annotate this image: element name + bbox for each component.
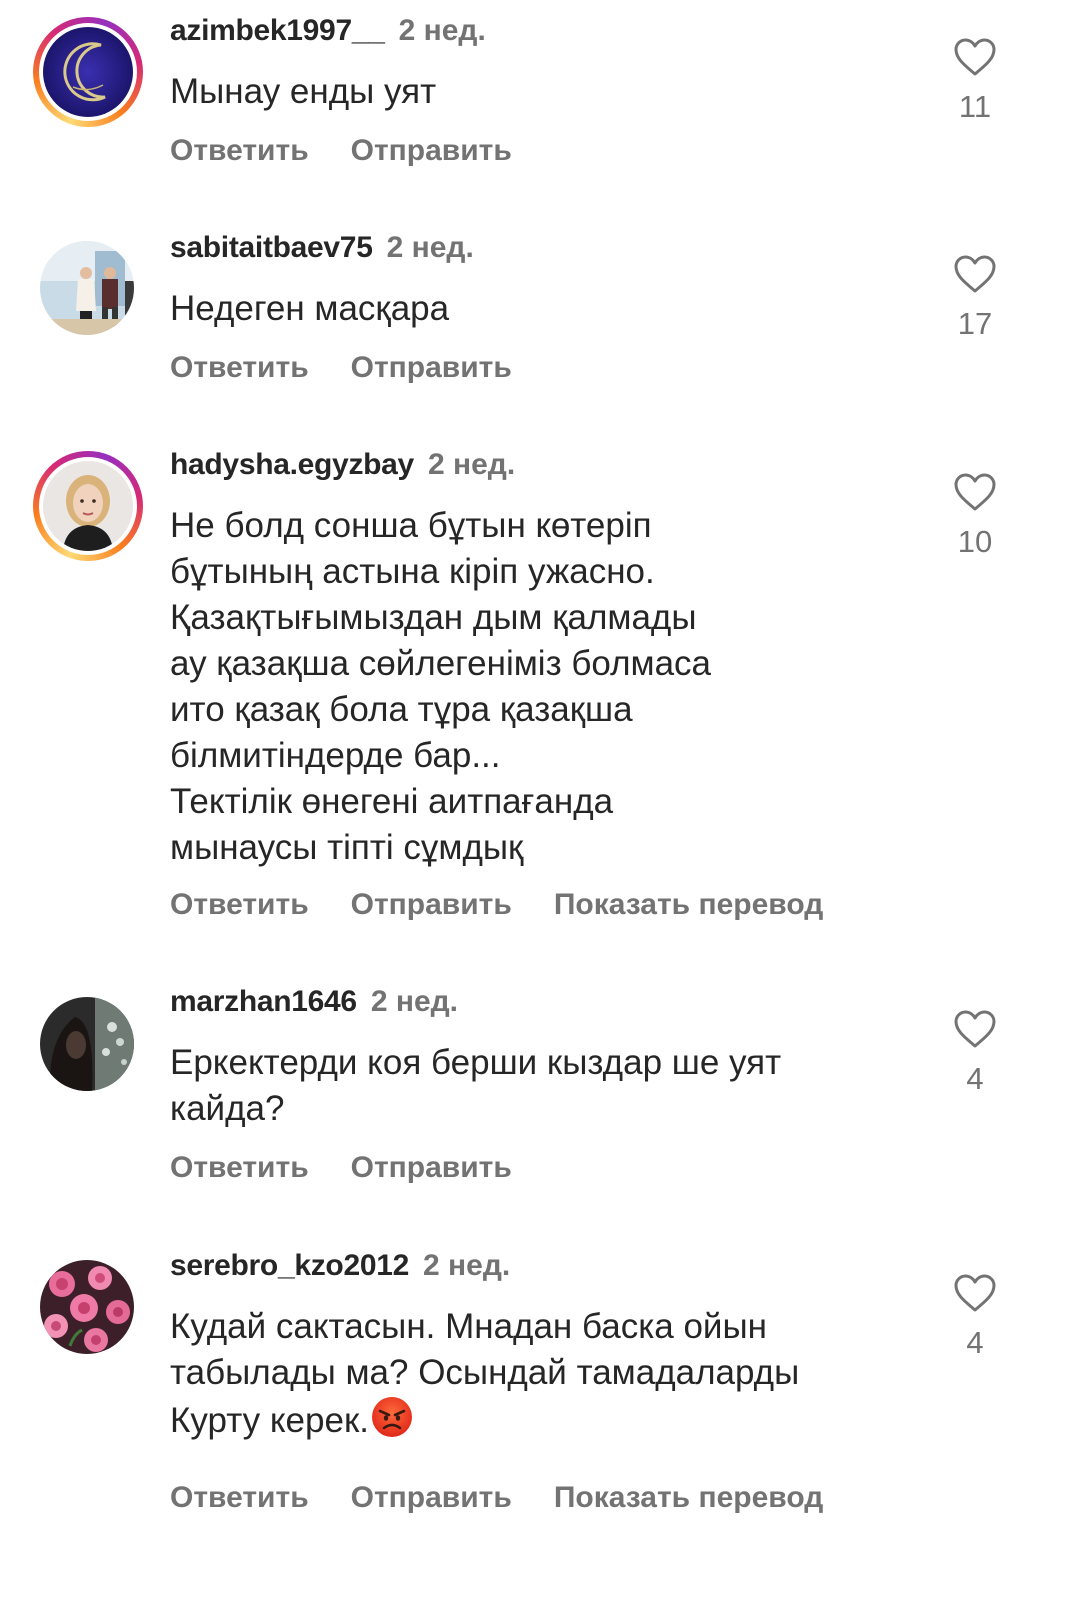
heart-icon[interactable] <box>953 472 997 512</box>
avatar <box>40 241 134 335</box>
timestamp: 2 нед. <box>370 985 459 1018</box>
avatar-container[interactable] <box>40 997 134 1091</box>
show-translation-button[interactable]: Показать перевод <box>554 1478 823 1518</box>
avatar <box>43 27 133 117</box>
timestamp: 2 нед. <box>427 448 516 481</box>
username[interactable]: azimbek1997__ <box>170 14 385 47</box>
comment-text: Не болд сонша бұтын көтеріп бұтының асты… <box>170 506 712 867</box>
avatar-container[interactable] <box>40 241 134 335</box>
comment-text: Кудай сактасын. Мнадан баска ойын табыла… <box>170 1304 910 1444</box>
timestamp: 2 нед. <box>423 1249 511 1282</box>
reply-button[interactable]: Ответить <box>170 131 309 171</box>
like-count: 11 <box>958 89 992 124</box>
avatar <box>40 997 134 1091</box>
avatar-story-ring[interactable] <box>33 17 143 127</box>
comment-text: Мынау енды уят <box>170 72 437 111</box>
heart-icon[interactable] <box>953 37 997 77</box>
reply-button[interactable]: Ответить <box>170 1148 309 1188</box>
woman-portrait <box>43 461 133 551</box>
like-count: 17 <box>957 306 993 341</box>
avatar <box>40 1260 134 1354</box>
angry-face-emoji <box>371 1397 412 1437</box>
username[interactable]: sabitaitbaev75 <box>170 231 373 264</box>
show-translation-button[interactable]: Показать перевод <box>554 885 823 925</box>
share-button[interactable]: Отправить <box>351 885 512 925</box>
share-button[interactable]: Отправить <box>351 1478 512 1518</box>
username[interactable]: serebro_kzo2012 <box>170 1249 409 1282</box>
username[interactable]: marzhan1646 <box>170 985 357 1018</box>
timestamp: 2 нед. <box>386 231 474 264</box>
comment-text: Еркектерди коя берши кыздар ше уят кайда… <box>170 1043 782 1128</box>
people-photo <box>40 241 134 335</box>
avatar <box>43 461 133 551</box>
reply-button[interactable]: Ответить <box>170 1478 309 1518</box>
username[interactable]: hadysha.egyzbay <box>170 448 414 481</box>
roses-photo <box>40 1260 134 1354</box>
like-count: 4 <box>966 1061 984 1096</box>
share-button[interactable]: Отправить <box>351 131 512 171</box>
avatar-story-ring[interactable] <box>33 451 143 561</box>
like-count: 10 <box>957 524 993 559</box>
share-button[interactable]: Отправить <box>351 1148 512 1188</box>
dark-photo <box>40 997 134 1091</box>
timestamp: 2 нед. <box>398 14 486 47</box>
comment-text-content: Кудай сактасын. Мнадан баска ойын табыла… <box>170 1307 800 1440</box>
reply-button[interactable]: Ответить <box>170 885 309 925</box>
reply-button[interactable]: Ответить <box>170 348 309 388</box>
crescent-moon-icon <box>43 27 133 117</box>
heart-icon[interactable] <box>953 254 997 294</box>
like-count: 4 <box>966 1325 984 1360</box>
avatar-container[interactable] <box>40 1260 134 1354</box>
heart-icon[interactable] <box>953 1273 997 1313</box>
share-button[interactable]: Отправить <box>351 348 512 388</box>
comment-text: Недеген масқара <box>170 289 450 328</box>
heart-icon[interactable] <box>953 1009 997 1049</box>
